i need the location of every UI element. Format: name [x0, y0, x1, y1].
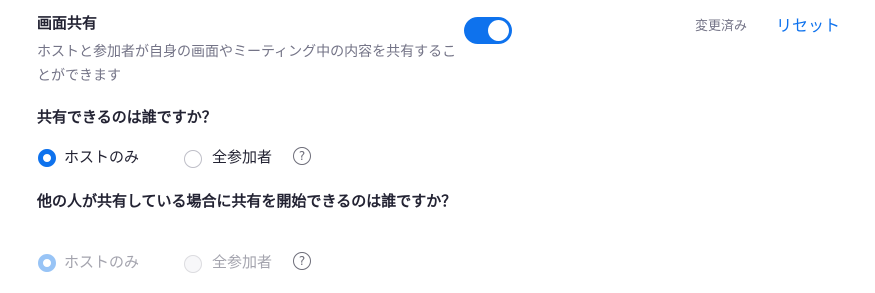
question-circle-icon[interactable]: ?	[293, 147, 311, 165]
screen-share-setting: 画面共有 ホストと参加者が自身の画面やミーティング中の内容を共有することができま…	[0, 0, 875, 293]
screen-share-toggle[interactable]	[464, 17, 512, 44]
radio-all-participants-disabled-label: 全参加者	[212, 253, 273, 271]
radio-all-participants[interactable]	[184, 150, 202, 168]
radio-host-only-label: ホストのみ	[64, 148, 140, 166]
who-can-share-question: 共有できるのは誰ですか？	[37, 108, 217, 126]
radio-host-only-disabled	[38, 254, 56, 272]
radio-host-only[interactable]	[38, 149, 56, 167]
reset-link[interactable]: リセット	[776, 14, 840, 38]
modified-status: 変更済み	[695, 19, 748, 34]
radio-host-only-disabled-label: ホストのみ	[64, 253, 140, 271]
toggle-knob	[488, 20, 509, 41]
radio-all-participants-label: 全参加者	[212, 148, 273, 166]
setting-description: ホストと参加者が自身の画面やミーティング中の内容を共有することができます	[37, 44, 457, 84]
setting-title: 画面共有	[37, 14, 98, 32]
radio-all-participants-disabled	[184, 255, 202, 273]
question-circle-icon[interactable]: ?	[293, 252, 311, 270]
who-can-start-sharing-question: 他の人が共有している場合に共有を開始できるのは誰ですか？	[37, 192, 457, 210]
